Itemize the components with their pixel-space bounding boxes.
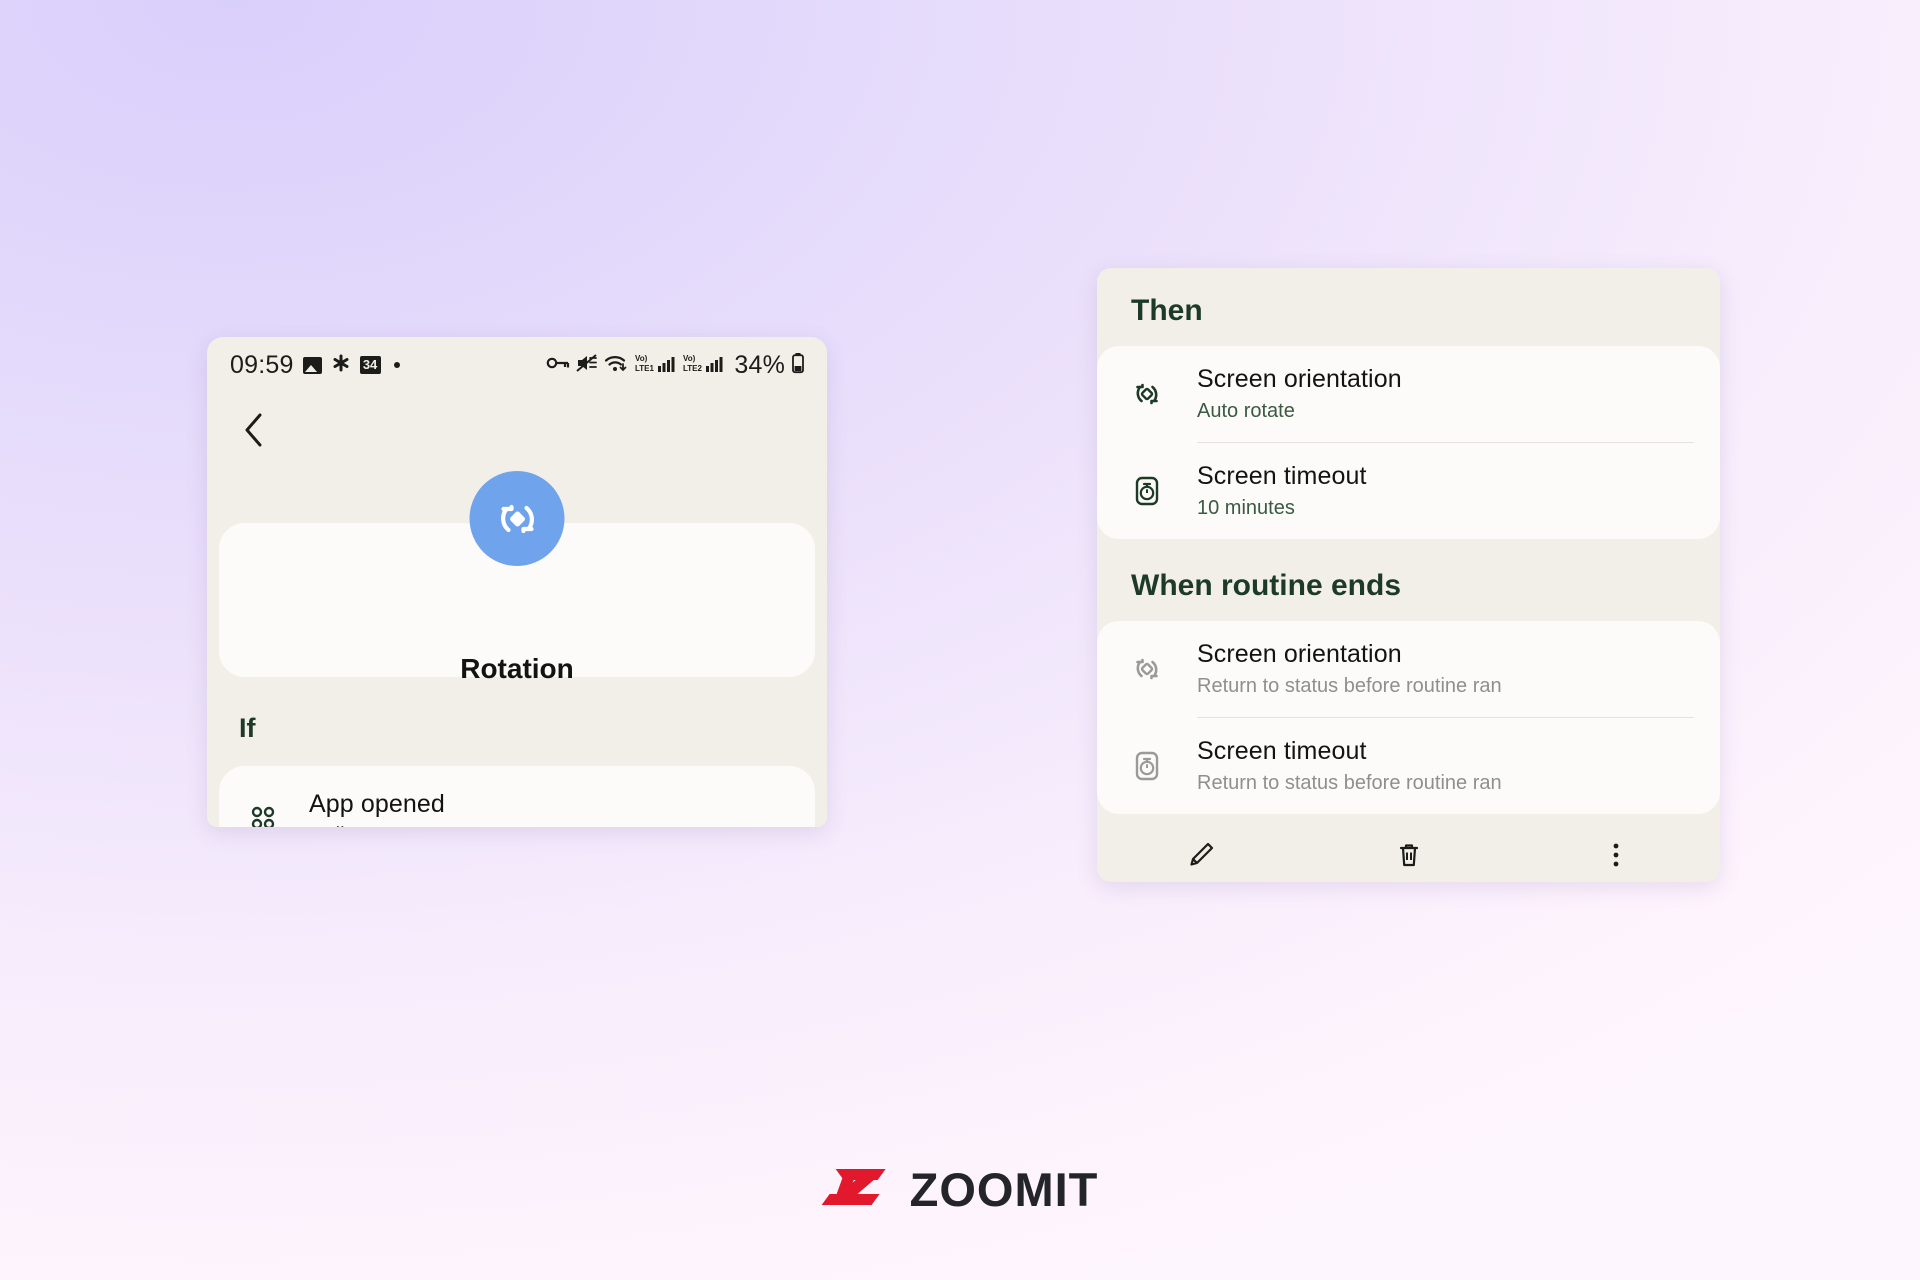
condition-subtitle: Gallery or Waze	[309, 824, 452, 828]
screen-timeout-icon	[1123, 474, 1171, 508]
screen-orientation-icon	[1123, 377, 1171, 411]
svg-text:LTE2: LTE2	[683, 364, 703, 373]
apps-grid-icon	[241, 802, 285, 827]
section-heading-then: Then	[1131, 294, 1203, 327]
routine-hero: Rotation	[207, 471, 827, 684]
bottom-action-bar: Edit Delete More	[1097, 814, 1720, 882]
status-bar-left: 09:59 34	[230, 351, 400, 380]
action-title: Screen orientation	[1197, 365, 1402, 393]
edit-button[interactable]: Edit	[1097, 840, 1305, 882]
action-texts: Screen orientation Return to status befo…	[1197, 640, 1502, 698]
rotation-icon	[469, 471, 565, 566]
action-title: Screen orientation	[1197, 640, 1402, 668]
trash-icon	[1394, 840, 1424, 875]
pencil-icon	[1186, 840, 1216, 875]
image-icon	[302, 356, 322, 374]
battery-percent-label: 34%	[734, 350, 785, 379]
then-actions-card: Screen orientation Auto rotate Screen ti…	[1097, 346, 1720, 539]
mute-icon	[576, 353, 598, 378]
zoomit-logo-mark-icon	[821, 1161, 894, 1218]
delete-button[interactable]: Delete	[1305, 840, 1513, 882]
zoomit-watermark: ZOOMIT	[821, 1161, 1099, 1218]
svg-text:LTE1: LTE1	[635, 364, 655, 373]
action-row[interactable]: Screen orientation Return to status befo…	[1097, 621, 1720, 717]
count-badge-icon: 34	[359, 356, 381, 374]
condition-title: App opened	[309, 789, 445, 818]
volte1-signal-icon: Vo) LTE1	[635, 352, 677, 379]
section-heading-when-routine-ends: When routine ends	[1131, 569, 1401, 602]
action-subtitle: 10 minutes	[1197, 497, 1295, 519]
action-row[interactable]: Screen timeout Return to status before r…	[1097, 718, 1720, 814]
routine-title: Rotation	[460, 653, 574, 684]
action-subtitle: Return to status before routine ran	[1197, 675, 1502, 697]
asterisk-icon	[331, 353, 351, 378]
back-row	[207, 393, 827, 471]
action-subtitle: Auto rotate	[1197, 400, 1295, 422]
more-button[interactable]: More	[1512, 840, 1720, 882]
dot-icon	[393, 362, 400, 368]
back-chevron-icon[interactable]	[241, 410, 267, 455]
condition-row[interactable]: App opened Gallery or Waze	[219, 766, 815, 827]
condition-texts: App opened Gallery or Waze	[309, 790, 452, 828]
volte2-signal-icon: Vo) LTE2	[683, 352, 725, 379]
svg-text:Vo): Vo)	[635, 354, 648, 363]
svg-text:Vo): Vo)	[683, 354, 696, 363]
action-texts: Screen timeout Return to status before r…	[1197, 737, 1502, 795]
routine-detail-panel: Then Screen orientation Auto rotate Scre…	[1097, 268, 1720, 882]
wifi-icon	[604, 353, 629, 378]
phone-screenshot-panel: 09:59 34 Vo) LTE1 Vo) LTE2 34% Rotation …	[207, 337, 827, 827]
status-bar-right: Vo) LTE1 Vo) LTE2 34%	[546, 351, 805, 380]
battery-icon	[791, 352, 805, 379]
screen-orientation-icon	[1123, 652, 1171, 686]
more-vertical-icon	[1601, 840, 1631, 875]
key-icon	[546, 354, 570, 377]
screen-timeout-icon	[1123, 749, 1171, 783]
action-title: Screen timeout	[1197, 462, 1367, 490]
section-heading-if: If	[239, 713, 256, 743]
status-bar: 09:59 34 Vo) LTE1 Vo) LTE2 34%	[207, 337, 827, 393]
zoomit-wordmark: ZOOMIT	[909, 1163, 1099, 1216]
action-row[interactable]: Screen orientation Auto rotate	[1097, 346, 1720, 442]
action-texts: Screen timeout 10 minutes	[1197, 462, 1367, 520]
action-subtitle: Return to status before routine ran	[1197, 772, 1502, 794]
action-row[interactable]: Screen timeout 10 minutes	[1097, 443, 1720, 539]
action-title: Screen timeout	[1197, 737, 1367, 765]
status-bar-clock: 09:59	[230, 350, 294, 379]
action-texts: Screen orientation Auto rotate	[1197, 365, 1402, 423]
when-ends-actions-card: Screen orientation Return to status befo…	[1097, 621, 1720, 814]
